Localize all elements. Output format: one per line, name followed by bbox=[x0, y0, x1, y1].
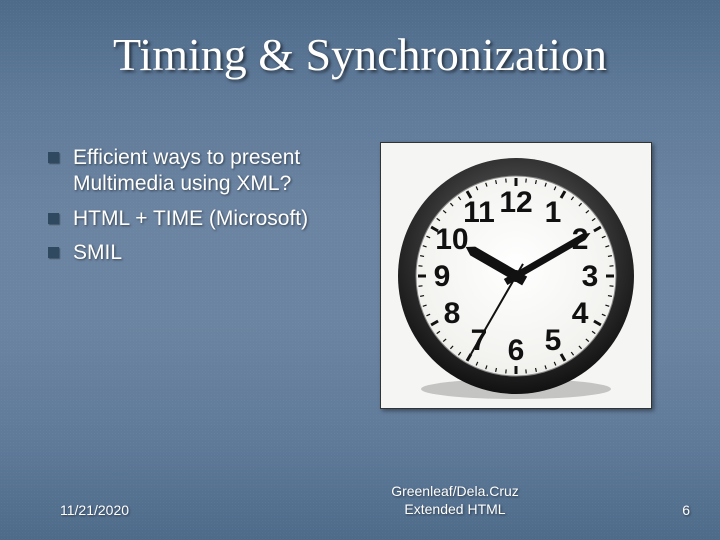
svg-text:3: 3 bbox=[582, 260, 599, 293]
clock-image: 121234567891011 bbox=[380, 142, 652, 409]
footer-center: Greenleaf/Dela.Cruz Extended HTML bbox=[300, 483, 610, 518]
svg-text:5: 5 bbox=[545, 324, 562, 357]
square-bullet-icon bbox=[48, 152, 59, 163]
svg-text:12: 12 bbox=[499, 186, 532, 219]
svg-text:6: 6 bbox=[508, 334, 525, 367]
svg-text:4: 4 bbox=[572, 297, 589, 330]
bullet-text: Efficient ways to present Multimedia usi… bbox=[73, 145, 368, 198]
clock-icon: 121234567891011 bbox=[391, 151, 641, 401]
square-bullet-icon bbox=[48, 213, 59, 224]
bullet-text: SMIL bbox=[73, 240, 122, 266]
list-item: Efficient ways to present Multimedia usi… bbox=[48, 145, 368, 198]
list-item: HTML + TIME (Microsoft) bbox=[48, 206, 368, 232]
footer-author: Greenleaf/Dela.Cruz bbox=[391, 483, 519, 499]
bullet-list: Efficient ways to present Multimedia usi… bbox=[48, 145, 368, 274]
slide-footer: 11/21/2020 Greenleaf/Dela.Cruz Extended … bbox=[0, 483, 720, 518]
square-bullet-icon bbox=[48, 247, 59, 258]
svg-text:9: 9 bbox=[434, 260, 451, 293]
footer-subject: Extended HTML bbox=[404, 501, 505, 517]
bullet-text: HTML + TIME (Microsoft) bbox=[73, 206, 308, 232]
footer-date: 11/21/2020 bbox=[0, 502, 300, 518]
slide: Timing & Synchronization Efficient ways … bbox=[0, 0, 720, 540]
footer-page-number: 6 bbox=[610, 502, 720, 518]
svg-text:1: 1 bbox=[545, 195, 562, 228]
slide-title: Timing & Synchronization bbox=[0, 28, 720, 81]
svg-text:11: 11 bbox=[463, 195, 495, 228]
list-item: SMIL bbox=[48, 240, 368, 266]
svg-text:8: 8 bbox=[444, 297, 461, 330]
